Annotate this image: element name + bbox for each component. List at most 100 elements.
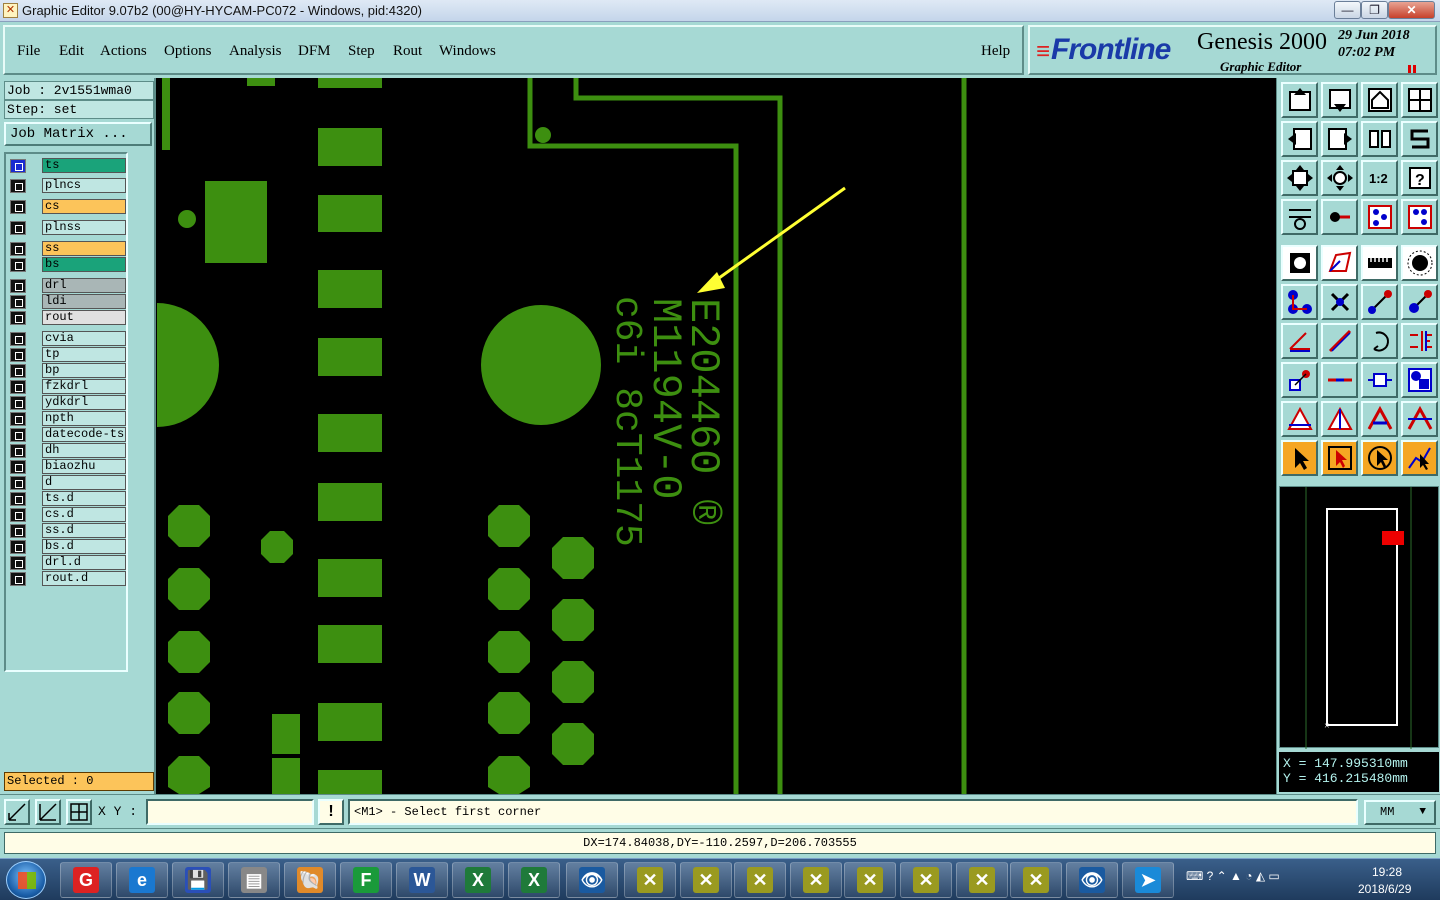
pad-tool-icon[interactable] [1281, 245, 1318, 281]
zoom-down-icon[interactable] [1321, 82, 1358, 118]
layer-checkbox[interactable] [10, 444, 26, 458]
dot-tool-icon[interactable] [1401, 245, 1438, 281]
layer-row-drl-d[interactable]: drl.d [8, 555, 126, 570]
menu-options[interactable]: Options [164, 43, 212, 60]
taskbar-app-3[interactable]: ▤ [228, 862, 280, 898]
taskbar-app-13[interactable]: ✕ [790, 862, 842, 898]
taskbar-app-18[interactable]: 👁 [1066, 862, 1118, 898]
line-split-icon[interactable] [1321, 362, 1358, 398]
graphic-canvas[interactable]: E204460 ® M1194V-0 c6i 8cT1175 [157, 78, 1275, 794]
pan-right-icon[interactable] [1321, 121, 1358, 157]
layer-row-ss-d[interactable]: ss.d [8, 523, 126, 538]
layer-row-plnss[interactable]: plnss [8, 220, 126, 235]
angle-tool-icon[interactable] [1281, 323, 1318, 359]
snap-grid-icon[interactable] [1401, 199, 1438, 235]
taskbar-app-9[interactable]: 👁 [566, 862, 618, 898]
layer-checkbox[interactable] [10, 332, 26, 346]
help-icon[interactable]: ? [1401, 160, 1438, 196]
layer-checkbox[interactable] [10, 364, 26, 378]
taskbar-app-1[interactable]: e [116, 862, 168, 898]
layer-checkbox[interactable] [10, 221, 26, 235]
layer-name[interactable]: bs.d [42, 539, 126, 554]
taskbar-app-14[interactable]: ✕ [844, 862, 896, 898]
pan-left-icon[interactable] [1281, 121, 1318, 157]
polygon-tool-icon[interactable] [1321, 245, 1358, 281]
layer-name[interactable]: fzkdrl [42, 379, 126, 394]
triangle-c-icon[interactable] [1361, 401, 1398, 437]
minimize-button[interactable]: — [1334, 1, 1361, 19]
layer-name[interactable]: ts [42, 158, 126, 173]
layer-name[interactable]: ss.d [42, 523, 126, 538]
layer-name[interactable]: ldi [42, 294, 126, 309]
cross-tool-icon[interactable] [1321, 284, 1358, 320]
taskbar-app-17[interactable]: ✕ [1010, 862, 1062, 898]
layer-checkbox[interactable] [10, 428, 26, 442]
menu-dfm[interactable]: DFM [298, 43, 331, 60]
layer-name[interactable]: ss [42, 241, 126, 256]
overview-map[interactable]: × [1279, 486, 1439, 749]
layer-row-drl[interactable]: drl [8, 278, 126, 293]
layer-name[interactable]: plncs [42, 178, 126, 193]
move-point-icon[interactable] [1361, 284, 1398, 320]
layer-row-npth[interactable]: npth [8, 411, 126, 426]
layer-name[interactable]: bp [42, 363, 126, 378]
layer-name[interactable]: d [42, 475, 126, 490]
connect-icon[interactable] [1281, 284, 1318, 320]
select-box-icon[interactable] [1321, 440, 1358, 476]
triangle-a-icon[interactable] [1281, 401, 1318, 437]
job-matrix-button[interactable]: Job Matrix ... [4, 122, 152, 146]
layer-checkbox[interactable] [10, 508, 26, 522]
layer-checkbox[interactable] [10, 200, 26, 214]
xy-input[interactable] [146, 799, 314, 825]
layer-row-cs[interactable]: cs [8, 199, 126, 214]
layer-checkbox[interactable] [10, 279, 26, 293]
layer-row-dh[interactable]: dh [8, 443, 126, 458]
shapes-icon[interactable] [1401, 362, 1438, 398]
select-pointer-icon[interactable] [1281, 440, 1318, 476]
layer-checkbox[interactable] [10, 540, 26, 554]
layer-name[interactable]: biaozhu [42, 459, 126, 474]
pad-move-icon[interactable] [1281, 362, 1318, 398]
layer-name[interactable]: ydkdrl [42, 395, 126, 410]
arc-tool-icon[interactable] [1361, 323, 1398, 359]
home-view-icon[interactable] [1361, 82, 1398, 118]
layer-row-rout-d[interactable]: rout.d [8, 571, 126, 586]
layer-row-cvia[interactable]: cvia [8, 331, 126, 346]
layer-row-ydkdrl[interactable]: ydkdrl [8, 395, 126, 410]
taskbar-app-4[interactable]: 🐚 [284, 862, 336, 898]
layer-row-bp[interactable]: bp [8, 363, 126, 378]
swap-icon[interactable] [1401, 121, 1438, 157]
layer-name[interactable]: cs [42, 199, 126, 214]
layer-row-ts[interactable]: ts [8, 158, 126, 173]
warning-button[interactable]: ! [318, 799, 344, 825]
taskbar-app-5[interactable]: F [340, 862, 392, 898]
taskbar-app-7[interactable]: X [452, 862, 504, 898]
layer-checkbox[interactable] [10, 159, 26, 173]
layer-row-ts-d[interactable]: ts.d [8, 491, 126, 506]
layer-checkbox[interactable] [10, 242, 26, 256]
layer-checkbox[interactable] [10, 572, 26, 586]
layer-name[interactable]: bs [42, 257, 126, 272]
layer-row-bs-d[interactable]: bs.d [8, 539, 126, 554]
menu-analysis[interactable]: Analysis [229, 43, 282, 60]
layer-checkbox[interactable] [10, 380, 26, 394]
grid-snap-icon[interactable] [66, 799, 92, 825]
taskbar-app-2[interactable]: 💾 [172, 862, 224, 898]
stretch-icon[interactable] [1361, 362, 1398, 398]
taskbar-app-15[interactable]: ✕ [900, 862, 952, 898]
taskbar-app-0[interactable]: G [60, 862, 112, 898]
menu-help[interactable]: Help [981, 43, 1010, 60]
layer-name[interactable]: dh [42, 443, 126, 458]
zoom-home-icon[interactable] [1281, 82, 1318, 118]
taskbar-app-19[interactable]: ➤ [1122, 862, 1174, 898]
layer-name[interactable]: cvia [42, 331, 126, 346]
taskbar-app-8[interactable]: X [508, 862, 560, 898]
clock-date[interactable]: 2018/6/29 [1358, 882, 1411, 896]
layer-checkbox[interactable] [10, 348, 26, 362]
triangle-d-icon[interactable] [1401, 401, 1438, 437]
layer-name[interactable]: datecode-ts [42, 427, 126, 442]
layer-name[interactable]: rout [42, 310, 126, 325]
layer-checkbox[interactable] [10, 311, 26, 325]
maximize-button[interactable]: ❐ [1361, 1, 1388, 19]
layer-row-cs-d[interactable]: cs.d [8, 507, 126, 522]
